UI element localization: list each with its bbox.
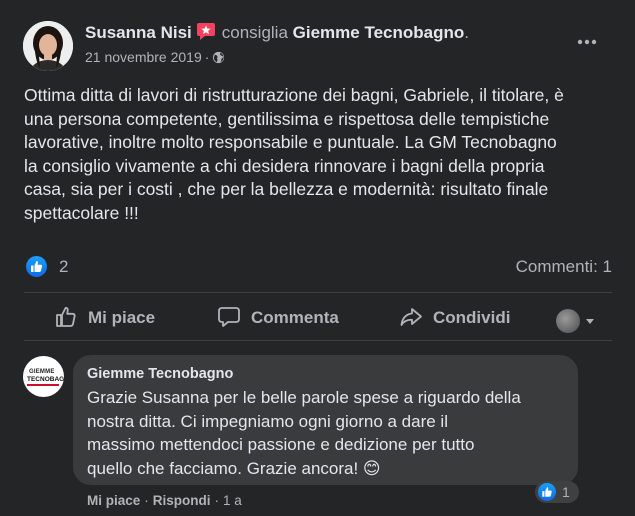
- post-header: Susanna Nisi consiglia Giemme Tecnobagno.: [85, 22, 469, 47]
- like-button-label: Mi piace: [88, 308, 156, 327]
- reaction-identity-selector[interactable]: [556, 309, 604, 333]
- like-reaction-icon[interactable]: [26, 256, 47, 277]
- comment-like-icon: [538, 483, 556, 501]
- comment-author[interactable]: Giemme Tecnobagno: [87, 366, 233, 382]
- author-name[interactable]: Susanna Nisi: [85, 23, 192, 42]
- author-avatar[interactable]: [23, 21, 73, 71]
- post-action-bar: Mi piace Commenta Condividi: [24, 296, 612, 338]
- globe-icon: [212, 51, 225, 67]
- logo-text-bottom: TECNOBAGNO: [27, 376, 64, 383]
- comment-reply-link[interactable]: Rispondi: [153, 493, 211, 508]
- post-date[interactable]: 21 novembre 2019: [85, 49, 202, 65]
- comment-bubble-icon: [218, 307, 240, 327]
- more-dots-icon: [577, 39, 597, 45]
- meta-separator: ·: [204, 49, 210, 65]
- recommend-verb: consiglia: [221, 23, 288, 42]
- thumbs-up-icon: [56, 307, 76, 327]
- comment-timestamp[interactable]: 1 a: [223, 493, 242, 508]
- divider-bottom: [24, 340, 612, 341]
- like-count[interactable]: 2: [59, 257, 68, 277]
- post-meta: 21 novembre 2019 ·: [85, 49, 225, 67]
- comment-button-label: Commenta: [251, 308, 339, 327]
- comment-actions: Mi piace · Rispondi · 1 a: [87, 493, 242, 508]
- reaction-summary: 2 Commenti: 1: [26, 254, 612, 280]
- comment-text: Grazie Susanna per le belle parole spese…: [87, 388, 521, 478]
- comment-reaction-count: 1: [562, 484, 570, 500]
- page-suffix: .: [464, 23, 469, 42]
- post-card: Susanna Nisi consiglia Giemme Tecnobagno.…: [0, 0, 635, 516]
- comment-bubble: Giemme Tecnobagno Grazie Susanna per le …: [73, 355, 578, 485]
- comment-action-separator: ·: [144, 493, 149, 508]
- logo-accent-bar: [27, 384, 59, 386]
- page-name-link[interactable]: Giemme Tecnobagno: [293, 23, 465, 42]
- comment-like-link[interactable]: Mi piace: [87, 493, 140, 508]
- divider-top: [24, 292, 612, 293]
- share-button-label: Condividi: [433, 308, 511, 327]
- comment-count-link[interactable]: Commenti: 1: [516, 257, 612, 277]
- comment-reaction-badge[interactable]: 1: [535, 481, 579, 503]
- share-arrow-icon: [400, 308, 422, 326]
- comment-time-separator: ·: [214, 493, 220, 508]
- commenter-avatar[interactable]: GIEMME TECNOBAGNO: [23, 356, 64, 397]
- profile-avatar-small: [556, 309, 580, 333]
- logo-text-top: GIEMME: [29, 369, 55, 375]
- author-photo: [23, 21, 73, 71]
- more-options-button[interactable]: [573, 31, 601, 53]
- post-body: Ottima ditta di lavori di ristrutturazio…: [24, 85, 564, 223]
- recommendation-icon: [196, 22, 216, 47]
- caret-down-icon: [586, 319, 594, 324]
